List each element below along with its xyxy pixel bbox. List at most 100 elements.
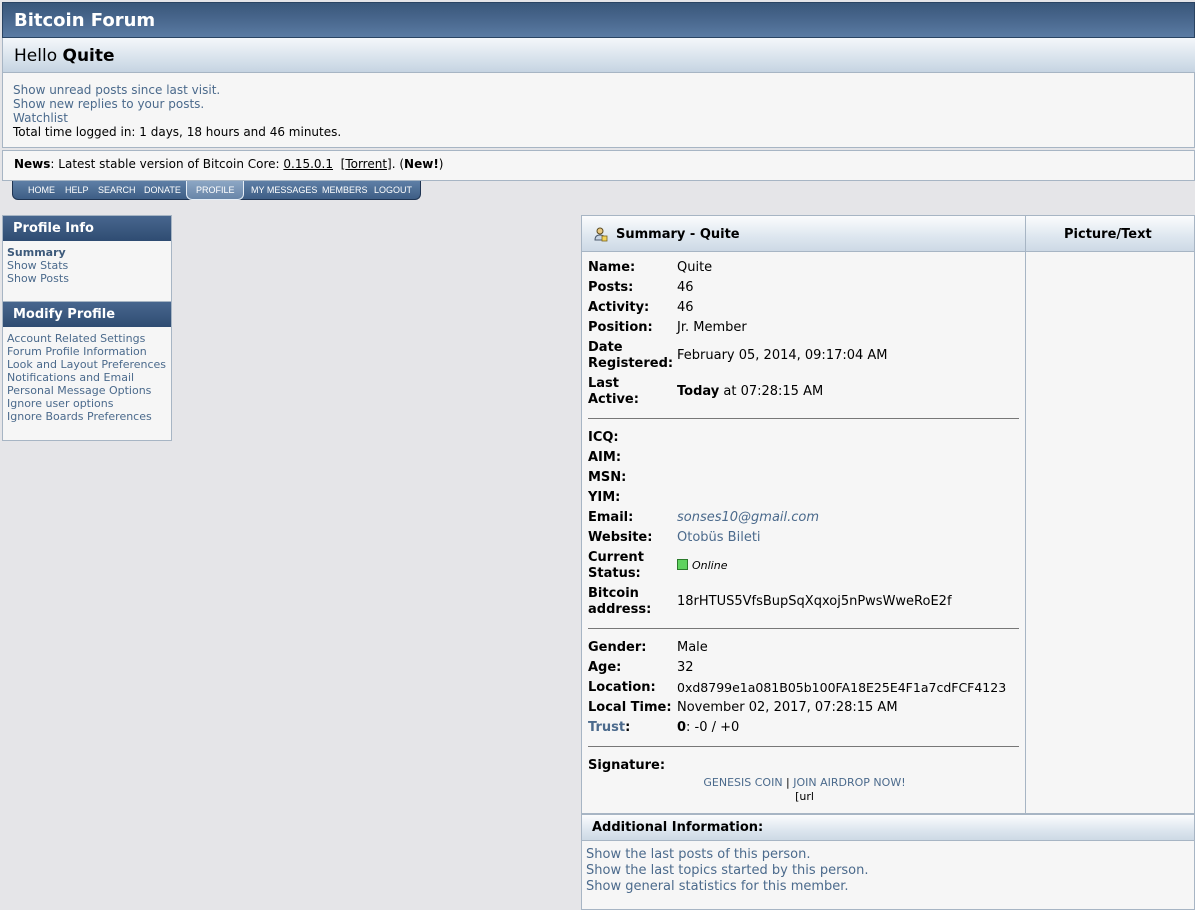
status-label-line1: Current — [588, 550, 644, 565]
unread-posts-link[interactable]: Show unread posts since last visit. — [13, 83, 1184, 97]
sidebar-item-show-stats[interactable]: Show Stats — [7, 259, 167, 272]
gender-label: Gender: — [588, 640, 647, 655]
local-time-label: Local Time: — [588, 700, 672, 715]
picture-text-title: Picture/Text — [1064, 227, 1152, 242]
age-label: Age: — [588, 660, 622, 675]
menu-logout[interactable]: LOGOUT — [374, 185, 412, 195]
activity-label: Activity: — [588, 300, 650, 315]
sidebar-item-account-settings[interactable]: Account Related Settings — [7, 332, 167, 345]
bitcoin-address-value: 18rHTUS5VfsBupSqXqxoj5nPwsWweRoE2f — [677, 594, 952, 609]
activity-value: 46 — [677, 300, 694, 315]
last-active-time: at 07:28:15 AM — [719, 384, 824, 399]
main-menu: HOME HELP SEARCH DONATE PROFILE MY MESSA… — [12, 181, 421, 200]
menu-members[interactable]: MEMBERS — [322, 185, 368, 195]
forum-header: Bitcoin Forum — [2, 2, 1195, 38]
new-link[interactable]: New! — [404, 157, 439, 171]
news-label: News — [14, 157, 51, 171]
online-icon — [677, 559, 688, 570]
user-info-box: Show unread posts since last visit. Show… — [2, 73, 1195, 148]
last-label-line1: Last — [588, 376, 620, 391]
profile-info-title: Profile Info — [3, 216, 171, 241]
status-text: Online — [692, 559, 728, 572]
email-label: Email: — [588, 510, 634, 525]
date-label-line1: Date — [588, 340, 623, 355]
status-value: Online — [677, 558, 727, 574]
forum-title[interactable]: Bitcoin Forum — [14, 10, 155, 31]
date-registered-value: February 05, 2014, 09:17:04 AM — [677, 348, 888, 363]
position-label: Position: — [588, 320, 653, 335]
btc-label-line1: Bitcoin — [588, 586, 639, 601]
email-link[interactable]: sonses10@gmail.com — [677, 510, 819, 526]
icq-label: ICQ: — [588, 430, 619, 445]
position-value: Jr. Member — [677, 320, 747, 335]
user-icon — [594, 227, 608, 242]
trust-label: Trust: — [588, 720, 630, 736]
last-active-value: Today at 07:28:15 AM — [677, 384, 823, 400]
sidebar-item-summary[interactable]: Summary — [7, 246, 167, 259]
profile-info-box: Profile Info Summary Show Stats Show Pos… — [2, 215, 172, 302]
version-link[interactable]: 0.15.0.1 — [283, 157, 333, 171]
modify-profile-box: Modify Profile Account Related Settings … — [2, 302, 172, 441]
greeting: Hello Quite — [14, 46, 115, 66]
menu-help[interactable]: HELP — [65, 185, 89, 195]
name-value: Quite — [677, 260, 713, 275]
summary-header: Summary - Quite Picture/Text — [582, 216, 1194, 252]
location-value: 0xd8799e1a081B05b100FA18E25E4F1a7cdFCF41… — [677, 680, 1007, 695]
msn-label: MSN: — [588, 470, 627, 485]
menu-donate[interactable]: DONATE — [144, 185, 181, 195]
sidebar-item-ignore-boards[interactable]: Ignore Boards Preferences — [7, 410, 167, 423]
menu-profile[interactable]: PROFILE — [196, 185, 235, 195]
watchlist-link[interactable]: Watchlist — [13, 111, 1184, 125]
trust-colon: : — [625, 720, 631, 735]
last-active-today: Today — [677, 384, 720, 399]
yim-label: YIM: — [588, 490, 621, 505]
location-label: Location: — [588, 680, 656, 695]
posts-label: Posts: — [588, 280, 634, 295]
menu-search[interactable]: SEARCH — [98, 185, 136, 195]
menu-my-messages[interactable]: MY MESSAGES — [251, 185, 317, 195]
divider — [588, 746, 1019, 747]
date-label-line2: Registered: — [588, 356, 674, 371]
bitcoin-address-label: Bitcoin address: — [588, 586, 651, 618]
additional-info-title: Additional Information: — [582, 815, 1194, 841]
modify-profile-title: Modify Profile — [3, 302, 171, 327]
column-divider — [1025, 216, 1026, 814]
summary-panel: Summary - Quite Picture/Text Name: Quite… — [581, 215, 1195, 814]
sidebar-item-forum-profile[interactable]: Forum Profile Information — [7, 345, 167, 358]
local-time-value: November 02, 2017, 07:28:15 AM — [677, 700, 898, 715]
website-label: Website: — [588, 530, 653, 545]
age-value: 32 — [677, 660, 694, 675]
last-label-line2: Active: — [588, 392, 639, 407]
additional-info-panel: Additional Information: Show the last po… — [581, 814, 1195, 910]
gender-value: Male — [677, 640, 708, 655]
last-posts-link[interactable]: Show the last posts of this person. — [586, 847, 1190, 863]
summary-title: Summary - Quite — [616, 227, 740, 242]
signature-url-text: [url — [795, 790, 814, 803]
trust-link[interactable]: Trust — [588, 720, 625, 735]
general-stats-link[interactable]: Show general statistics for this member. — [586, 879, 1190, 895]
current-status-label: Current Status: — [588, 550, 644, 582]
time-logged-in: Total time logged in: 1 days, 18 hours a… — [13, 125, 342, 139]
last-active-label: Last Active: — [588, 376, 639, 408]
signature-link-genesis[interactable]: GENESIS COIN — [703, 776, 782, 789]
greeting-text: Hello — [14, 46, 58, 66]
divider — [588, 418, 1019, 419]
sidebar-item-look-layout[interactable]: Look and Layout Preferences — [7, 358, 167, 371]
sidebar-item-notifications[interactable]: Notifications and Email — [7, 371, 167, 384]
sidebar-item-show-posts[interactable]: Show Posts — [7, 272, 167, 285]
news-bar: News: Latest stable version of Bitcoin C… — [2, 150, 1195, 181]
sidebar-item-pm-options[interactable]: Personal Message Options — [7, 384, 167, 397]
signature-link-airdrop[interactable]: JOIN AIRDROP NOW! — [793, 776, 905, 789]
greeting-username: Quite — [62, 46, 115, 66]
date-registered-label: Date Registered: — [588, 340, 673, 372]
name-label: Name: — [588, 260, 636, 275]
last-topics-link[interactable]: Show the last topics started by this per… — [586, 863, 1190, 879]
menu-home[interactable]: HOME — [28, 185, 55, 195]
trust-value: 0: -0 / +0 — [677, 720, 739, 736]
website-link[interactable]: Otobüs Bileti — [677, 530, 761, 546]
signature-separator: | — [782, 776, 794, 789]
sidebar-item-ignore-users[interactable]: Ignore user options — [7, 397, 167, 410]
signature-label: Signature: — [588, 758, 666, 773]
torrent-link[interactable]: Torrent — [345, 157, 387, 171]
new-replies-link[interactable]: Show new replies to your posts. — [13, 97, 1184, 111]
